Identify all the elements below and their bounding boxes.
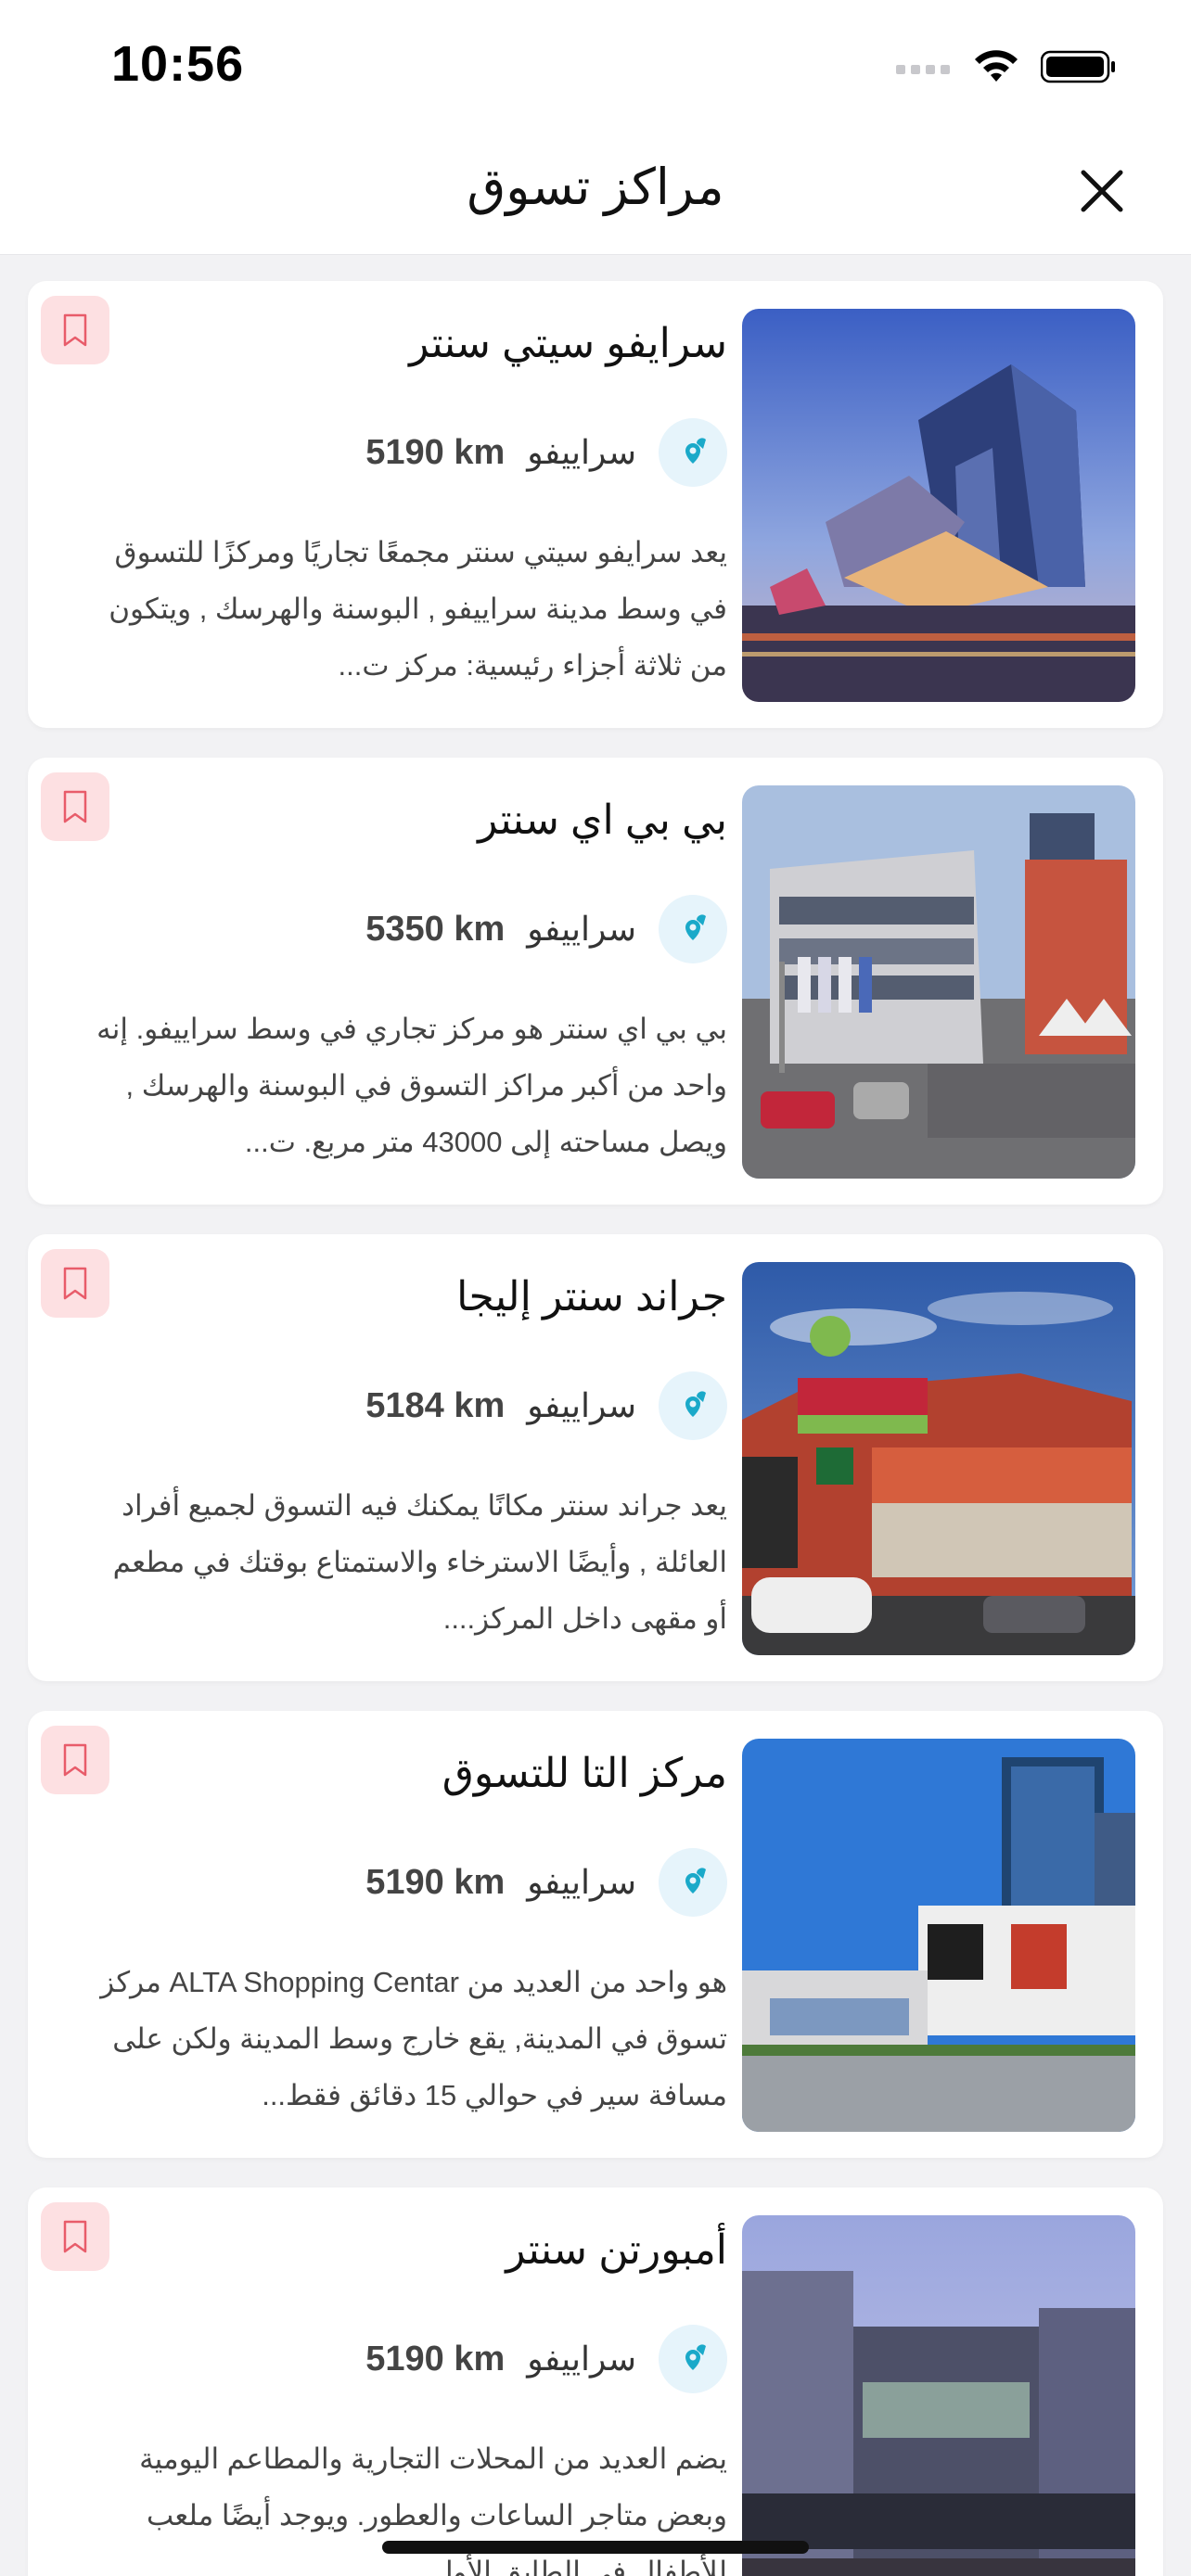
mall-card[interactable]: مركز التا للتسوق سراييفو 5190 km هو واحد… [28, 1711, 1163, 2158]
bookmark-icon [63, 1743, 87, 1777]
mall-card[interactable]: بي بي اي سنتر سراييفو 5350 km بي بي اي س… [28, 758, 1163, 1205]
mall-description: يضم العديد من المحلات التجارية والمطاعم … [139, 2442, 727, 2576]
mall-title: بي بي اي سنتر [478, 797, 727, 843]
mall-image [742, 785, 1135, 1179]
close-icon [1081, 170, 1123, 212]
status-time: 10:56 [111, 36, 245, 92]
location-row: سراييفو 5350 km [365, 895, 727, 963]
mall-list: سرايفو سيتي سنتر سراييفو 5190 km يعد سرا… [28, 281, 1163, 2576]
location-row: سراييفو 5190 km [365, 1848, 727, 1917]
mall-description: يعد سرايفو سيتي سنتر مجمعًا تجاريًا ومرك… [109, 536, 727, 682]
mall-title: جراند سنتر إليجا [456, 1274, 727, 1320]
location-row: سراييفو 5184 km [365, 1371, 727, 1440]
mall-image [742, 1739, 1135, 2132]
mall-description: بي بي اي سنتر هو مركز تجاري في وسط سرايي… [96, 1013, 727, 1158]
mall-title: أمبورتن سنتر [506, 2227, 727, 2273]
location-row: سراييفو 5190 km [365, 418, 727, 487]
bookmark-button[interactable] [41, 2202, 109, 2271]
distance: 5190 km [365, 432, 506, 472]
mall-image [742, 1262, 1135, 1655]
bookmark-button[interactable] [41, 772, 109, 841]
distance: 5190 km [365, 2339, 506, 2378]
bookmark-button[interactable] [41, 1726, 109, 1794]
location-city: سراييفو [527, 1863, 636, 1901]
mall-card[interactable]: سرايفو سيتي سنتر سراييفو 5190 km يعد سرا… [28, 281, 1163, 728]
mall-image [742, 309, 1135, 702]
location-city: سراييفو [527, 1386, 636, 1424]
page-title: مراكز تسوق [467, 159, 724, 215]
bookmark-icon [63, 2220, 87, 2253]
status-bar: 10:56 [0, 0, 1191, 130]
mall-card[interactable]: أمبورتن سنتر سراييفو 5190 km يضم العديد … [28, 2187, 1163, 2576]
mall-title: سرايفو سيتي سنتر [409, 321, 727, 366]
mall-description: هو واحد من العديد من ALTA Shopping Centa… [100, 1966, 727, 2111]
header: مراكز تسوق [0, 130, 1191, 255]
map-pin-icon [659, 1848, 727, 1917]
bookmark-icon [63, 1267, 87, 1300]
bookmark-icon [63, 313, 87, 347]
bookmark-button[interactable] [41, 296, 109, 364]
distance: 5350 km [365, 909, 506, 949]
map-pin-icon [659, 2325, 727, 2393]
mall-description: يعد جراند سنتر مكانًا يمكنك فيه التسوق ل… [112, 1489, 727, 1635]
home-indicator[interactable] [382, 2541, 809, 2554]
location-city: سراييفو [527, 433, 636, 471]
battery-icon [1041, 50, 1115, 83]
status-icons [896, 46, 1117, 87]
signal-icon [896, 65, 950, 74]
location-city: سراييفو [527, 2340, 636, 2378]
wifi-icon [975, 50, 1018, 82]
map-pin-icon [659, 895, 727, 963]
bookmark-icon [63, 790, 87, 823]
mall-title: مركز التا للتسوق [442, 1751, 727, 1796]
map-pin-icon [659, 1371, 727, 1440]
map-pin-icon [659, 418, 727, 487]
close-button[interactable] [1076, 165, 1128, 217]
location-city: سراييفو [527, 910, 636, 948]
mall-image [742, 2215, 1135, 2576]
location-row: سراييفو 5190 km [365, 2325, 727, 2393]
distance: 5190 km [365, 1862, 506, 1902]
distance: 5184 km [365, 1385, 506, 1425]
mall-card[interactable]: جراند سنتر إليجا سراييفو 5184 km يعد جرا… [28, 1234, 1163, 1681]
bookmark-button[interactable] [41, 1249, 109, 1318]
